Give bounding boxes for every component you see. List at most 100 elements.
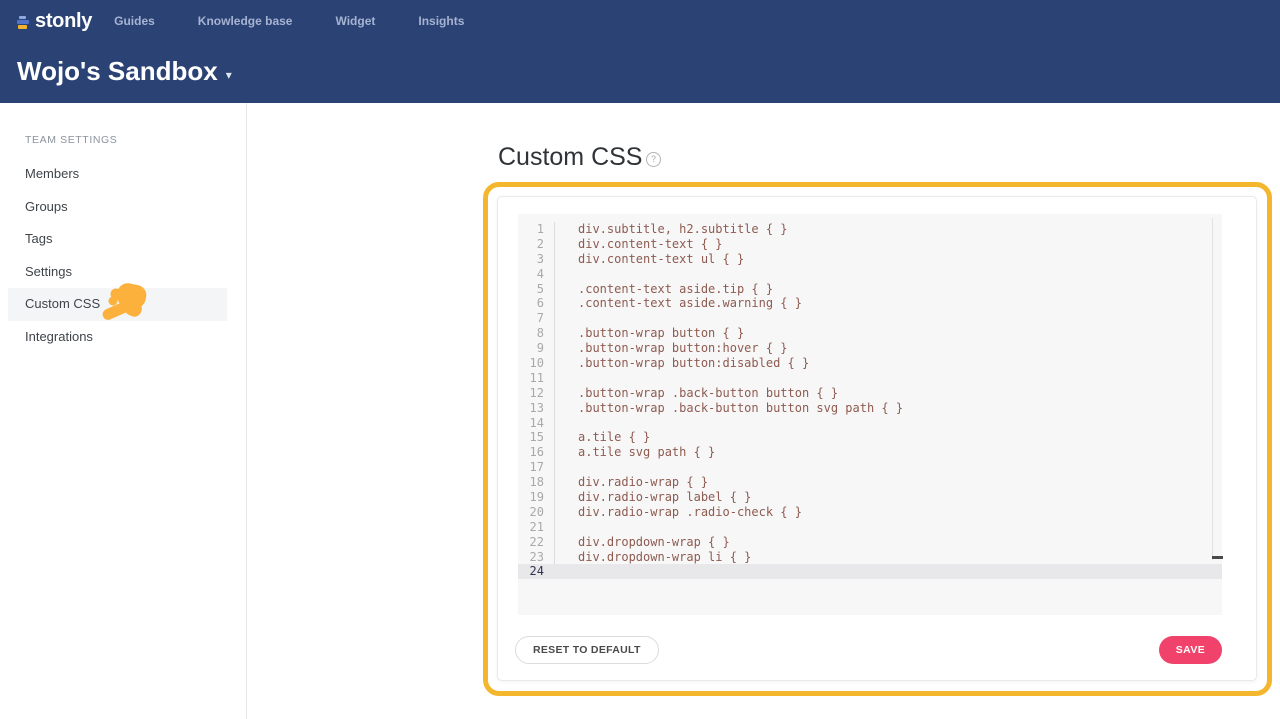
code-text: div.radio-wrap .radio-check { }	[555, 505, 802, 520]
code-line-3[interactable]: 3div.content-text ul { }	[518, 252, 1222, 267]
code-text: a.tile { }	[555, 430, 650, 445]
custom-css-panel: 1div.subtitle, h2.subtitle { }2div.conte…	[497, 196, 1257, 681]
code-line-2[interactable]: 2div.content-text { }	[518, 237, 1222, 252]
workspace-name: Wojo's Sandbox	[17, 56, 218, 87]
code-text: div.dropdown-wrap li { }	[555, 550, 751, 565]
code-line-23[interactable]: 23div.dropdown-wrap li { }	[518, 550, 1222, 565]
line-number: 16	[518, 445, 555, 460]
line-number: 2	[518, 237, 555, 252]
sidebar-section-title: TEAM SETTINGS	[25, 134, 246, 146]
logo-text: stonly	[35, 10, 92, 33]
stonly-logo[interactable]: stonly	[17, 10, 92, 33]
code-text: .content-text aside.tip { }	[555, 282, 773, 297]
line-number: 13	[518, 401, 555, 416]
code-text	[555, 460, 578, 475]
nav-item-knowledge-base[interactable]: Knowledge base	[198, 14, 293, 28]
code-line-13[interactable]: 13.button-wrap .back-button button svg p…	[518, 401, 1222, 416]
sidebar-item-custom-css[interactable]: Custom CSS	[8, 288, 227, 321]
code-text: .button-wrap .back-button button { }	[555, 386, 838, 401]
code-line-7[interactable]: 7	[518, 311, 1222, 326]
sidebar-item-integrations[interactable]: Integrations	[8, 321, 227, 354]
sidebar-menu: MembersGroupsTagsSettingsCustom CSSInteg…	[0, 158, 246, 353]
code-line-5[interactable]: 5.content-text aside.tip { }	[518, 282, 1222, 297]
code-text: div.content-text ul { }	[555, 252, 744, 267]
code-line-19[interactable]: 19div.radio-wrap label { }	[518, 490, 1222, 505]
code-line-18[interactable]: 18div.radio-wrap { }	[518, 475, 1222, 490]
page-title: Custom CSS	[498, 143, 642, 172]
reset-to-default-button[interactable]: RESET TO DEFAULT	[515, 636, 659, 664]
line-number: 10	[518, 356, 555, 371]
code-text: div.radio-wrap label { }	[555, 490, 751, 505]
code-text: .button-wrap .back-button button svg pat…	[555, 401, 903, 416]
line-number: 5	[518, 282, 555, 297]
code-line-16[interactable]: 16a.tile svg path { }	[518, 445, 1222, 460]
code-line-15[interactable]: 15a.tile { }	[518, 430, 1222, 445]
line-number: 14	[518, 416, 555, 431]
code-line-17[interactable]: 17	[518, 460, 1222, 475]
top-bar: stonly Guides Knowledge base Widget Insight…	[0, 0, 1280, 42]
code-line-11[interactable]: 11	[518, 371, 1222, 386]
save-button[interactable]: SAVE	[1159, 636, 1222, 664]
line-number: 15	[518, 430, 555, 445]
line-number: 8	[518, 326, 555, 341]
editor-scrollbar-track	[1212, 218, 1213, 560]
line-number: 12	[518, 386, 555, 401]
stonly-logo-icon	[17, 16, 29, 29]
line-number: 18	[518, 475, 555, 490]
nav-item-insights[interactable]: Insights	[418, 14, 464, 28]
app-header: stonly Guides Knowledge base Widget Insight…	[0, 0, 1280, 103]
code-line-12[interactable]: 12.button-wrap .back-button button { }	[518, 386, 1222, 401]
code-line-14[interactable]: 14	[518, 416, 1222, 431]
code-line-10[interactable]: 10.button-wrap button:disabled { }	[518, 356, 1222, 371]
code-line-22[interactable]: 22div.dropdown-wrap { }	[518, 535, 1222, 550]
line-number: 24	[518, 564, 555, 579]
code-text: .button-wrap button:hover { }	[555, 341, 788, 356]
code-text: .content-text aside.warning { }	[555, 296, 802, 311]
sidebar-item-tags[interactable]: Tags	[8, 223, 227, 256]
nav-item-guides[interactable]: Guides	[114, 14, 155, 28]
code-text: div.subtitle, h2.subtitle { }	[555, 222, 788, 237]
code-line-8[interactable]: 8.button-wrap button { }	[518, 326, 1222, 341]
code-text: .button-wrap button { }	[555, 326, 744, 341]
code-line-6[interactable]: 6.content-text aside.warning { }	[518, 296, 1222, 311]
editor-scrollbar-thumb[interactable]	[1212, 556, 1223, 559]
code-line-21[interactable]: 21	[518, 520, 1222, 535]
code-line-1[interactable]: 1div.subtitle, h2.subtitle { }	[518, 222, 1222, 237]
code-text: div.dropdown-wrap { }	[555, 535, 730, 550]
code-line-4[interactable]: 4	[518, 267, 1222, 282]
code-text	[555, 564, 578, 579]
line-number: 11	[518, 371, 555, 386]
code-text: div.radio-wrap { }	[555, 475, 708, 490]
top-nav: Guides Knowledge base Widget Insights	[114, 14, 507, 28]
line-number: 23	[518, 550, 555, 565]
code-line-24[interactable]: 24	[518, 564, 1222, 579]
line-number: 6	[518, 296, 555, 311]
code-text	[555, 267, 578, 282]
line-number: 19	[518, 490, 555, 505]
code-text: a.tile svg path { }	[555, 445, 715, 460]
code-text	[555, 311, 578, 326]
line-number: 7	[518, 311, 555, 326]
css-code-editor[interactable]: 1div.subtitle, h2.subtitle { }2div.conte…	[518, 214, 1222, 615]
code-text	[555, 371, 578, 386]
nav-item-widget[interactable]: Widget	[335, 14, 375, 28]
line-number: 17	[518, 460, 555, 475]
code-line-20[interactable]: 20div.radio-wrap .radio-check { }	[518, 505, 1222, 520]
code-lines: 1div.subtitle, h2.subtitle { }2div.conte…	[518, 214, 1222, 579]
line-number: 21	[518, 520, 555, 535]
sidebar-item-settings[interactable]: Settings	[8, 256, 227, 289]
settings-sidebar: TEAM SETTINGS MembersGroupsTagsSettingsC…	[0, 103, 247, 719]
code-text: div.content-text { }	[555, 237, 723, 252]
workspace-switcher[interactable]: Wojo's Sandbox ▾	[17, 56, 232, 87]
line-number: 3	[518, 252, 555, 267]
code-text	[555, 520, 578, 535]
help-icon[interactable]: ?	[646, 152, 661, 167]
line-number: 9	[518, 341, 555, 356]
code-line-9[interactable]: 9.button-wrap button:hover { }	[518, 341, 1222, 356]
line-number: 20	[518, 505, 555, 520]
code-text	[555, 416, 578, 431]
sidebar-item-members[interactable]: Members	[8, 158, 227, 191]
code-text: .button-wrap button:disabled { }	[555, 356, 809, 371]
sidebar-item-groups[interactable]: Groups	[8, 191, 227, 224]
chevron-down-icon: ▾	[226, 68, 232, 82]
